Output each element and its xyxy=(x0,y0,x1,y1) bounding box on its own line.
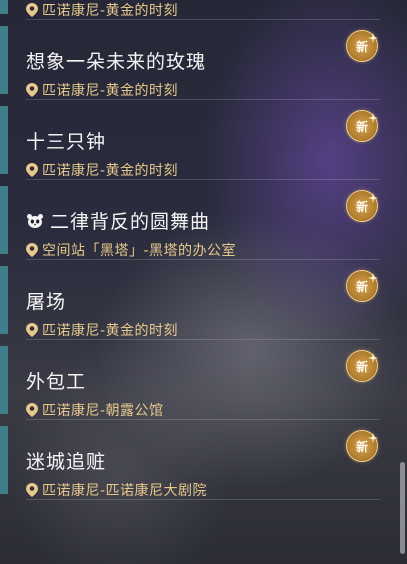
list-item[interactable]: 外包工 匹诺康尼-朝露公馆 新 xyxy=(0,340,380,420)
item-location: 匹诺康尼-黄金的时刻 xyxy=(42,83,179,99)
item-location: 匹诺康尼-黄金的时刻 xyxy=(42,163,179,179)
panda-icon xyxy=(27,213,43,228)
list-item[interactable]: 想象一朵未来的玫瑰 匹诺康尼-黄金的时刻 新 xyxy=(0,20,380,100)
list-item[interactable]: 二律背反的圆舞曲 空间站「黑塔」-黑塔的办公室 新 xyxy=(0,180,380,260)
new-badge: 新 xyxy=(346,110,378,142)
title-row: 屠场 xyxy=(26,287,66,314)
title-row: 十三只钟 xyxy=(26,127,106,154)
location-row: 空间站「黑塔」-黑塔的办公室 xyxy=(26,240,236,260)
title-row: 想象一朵未来的玫瑰 xyxy=(26,47,206,74)
location-pin-icon xyxy=(26,483,38,497)
new-badge-label: 新 xyxy=(355,119,368,134)
sparkle-icon xyxy=(368,33,378,43)
item-location: 匹诺康尼-黄金的时刻 xyxy=(42,323,179,339)
list-item[interactable]: 屠场 匹诺康尼-黄金的时刻 新 xyxy=(0,260,380,340)
title-row: 二律背反的圆舞曲 xyxy=(26,207,210,234)
item-divider xyxy=(26,499,380,500)
new-badge-label: 新 xyxy=(355,39,368,54)
item-title: 外包工 xyxy=(26,371,87,393)
new-badge: 新 xyxy=(346,190,378,222)
location-row: 匹诺康尼-黄金的时刻 xyxy=(26,320,178,340)
new-badge-label: 新 xyxy=(355,439,368,454)
location-row: 匹诺康尼-朝露公馆 xyxy=(26,400,164,420)
title-row: 外包工 xyxy=(26,367,86,394)
item-accent-bar xyxy=(0,106,8,174)
sparkle-icon xyxy=(368,113,378,123)
item-location: 匹诺康尼-朝露公馆 xyxy=(42,403,164,419)
new-badge-label: 新 xyxy=(355,279,368,294)
sparkle-icon xyxy=(368,433,378,443)
location-pin-icon xyxy=(26,403,38,417)
location-pin-icon xyxy=(26,163,38,177)
new-badge: 新 xyxy=(346,350,378,382)
scrollbar-thumb[interactable] xyxy=(400,462,405,554)
new-badge-label: 新 xyxy=(355,199,368,214)
item-location: 匹诺康尼-匹诺康尼大剧院 xyxy=(42,483,208,499)
item-accent-bar xyxy=(0,26,8,94)
item-accent-bar xyxy=(0,346,8,414)
location-pin-icon xyxy=(26,323,38,337)
mission-list: 匹诺康尼-黄金的时刻 想象一朵未来的玫瑰 匹诺康尼-黄金的时刻 新 十三只钟 匹… xyxy=(0,0,407,564)
title-row: 迷城追赃 xyxy=(26,447,106,474)
sparkle-icon xyxy=(368,193,378,203)
new-badge: 新 xyxy=(346,270,378,302)
sparkle-icon xyxy=(368,353,378,363)
item-accent-bar xyxy=(0,266,8,334)
item-title: 十三只钟 xyxy=(26,131,107,153)
sparkle-icon xyxy=(368,273,378,283)
location-row: 匹诺康尼-匹诺康尼大剧院 xyxy=(26,480,207,500)
location-pin-icon xyxy=(26,3,38,17)
location-row: 匹诺康尼-黄金的时刻 xyxy=(26,80,178,100)
list-item[interactable]: 十三只钟 匹诺康尼-黄金的时刻 新 xyxy=(0,100,380,180)
item-location: 空间站「黑塔」-黑塔的办公室 xyxy=(42,243,237,259)
item-accent-bar xyxy=(0,426,8,494)
new-badge-label: 新 xyxy=(355,359,368,374)
new-badge: 新 xyxy=(346,30,378,62)
item-title: 想象一朵未来的玫瑰 xyxy=(26,51,207,73)
list-item[interactable]: 迷城追赃 匹诺康尼-匹诺康尼大剧院 新 xyxy=(0,420,380,500)
item-title: 二律背反的圆舞曲 xyxy=(50,211,211,233)
location-pin-icon xyxy=(26,83,38,97)
location-row: 匹诺康尼-黄金的时刻 xyxy=(26,160,178,180)
item-accent-bar xyxy=(0,186,8,254)
item-location: 匹诺康尼-黄金的时刻 xyxy=(42,3,179,19)
item-title: 屠场 xyxy=(26,291,67,313)
new-badge: 新 xyxy=(346,430,378,462)
location-pin-icon xyxy=(26,243,38,257)
item-accent-bar xyxy=(0,0,8,14)
list-item-partial[interactable]: 匹诺康尼-黄金的时刻 xyxy=(0,0,380,20)
location-row: 匹诺康尼-黄金的时刻 xyxy=(26,0,178,20)
item-title: 迷城追赃 xyxy=(26,451,107,473)
